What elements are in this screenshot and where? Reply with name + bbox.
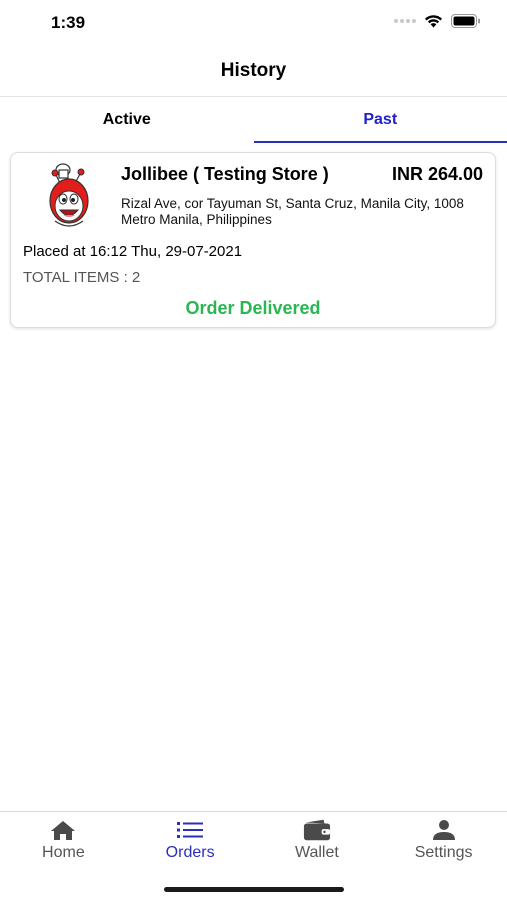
home-indicator[interactable] [164, 887, 344, 892]
tab-bar-orders[interactable]: Orders [127, 812, 254, 870]
store-name: Jollibee ( Testing Store ) [121, 164, 329, 185]
tab-bar-wallet[interactable]: Wallet [254, 812, 381, 870]
navigation-bar: History [0, 46, 507, 97]
order-status-badge: Order Delivered [11, 298, 495, 319]
tab-bar-home-label: Home [42, 844, 85, 862]
tab-bar-wallet-label: Wallet [295, 844, 339, 862]
bottom-tab-bar: Home Orders [0, 811, 507, 901]
tab-active[interactable]: Active [0, 97, 254, 143]
person-icon [430, 819, 458, 841]
wallet-icon [303, 819, 331, 841]
status-icons [394, 14, 481, 28]
order-card[interactable]: Jollibee ( Testing Store ) INR 264.00 Ri… [10, 152, 496, 328]
cellular-signal-icon [394, 19, 416, 23]
tab-bar-orders-label: Orders [166, 844, 215, 862]
order-tabs: Active Past [0, 97, 507, 143]
tab-past[interactable]: Past [254, 97, 507, 143]
page-title: History [0, 60, 507, 82]
store-address: Rizal Ave, cor Tayuman St, Santa Cruz, M… [121, 196, 481, 228]
list-icon [176, 819, 204, 841]
wifi-icon [424, 14, 443, 28]
status-bar: 1:39 [0, 0, 507, 46]
battery-icon [451, 14, 481, 28]
tab-bar-home[interactable]: Home [0, 812, 127, 870]
jollibee-mascot-logo [41, 161, 101, 233]
order-price: INR 264.00 [392, 164, 483, 185]
home-icon [49, 819, 77, 841]
order-placed-time: Placed at 16:12 Thu, 29-07-2021 [23, 243, 242, 260]
tab-bar-settings[interactable]: Settings [380, 812, 507, 870]
order-total-items: TOTAL ITEMS : 2 [23, 269, 140, 286]
status-time: 1:39 [51, 13, 85, 33]
tab-bar-settings-label: Settings [415, 844, 473, 862]
